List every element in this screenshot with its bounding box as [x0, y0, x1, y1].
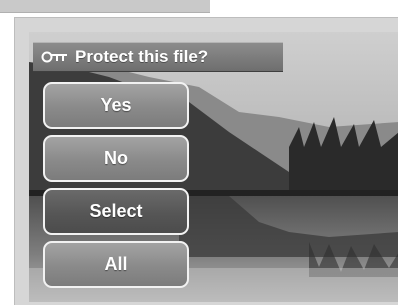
- all-button[interactable]: All: [43, 241, 189, 288]
- yes-button[interactable]: Yes: [43, 82, 189, 129]
- key-icon: [41, 49, 69, 65]
- dialog-title-bar: Protect this file?: [33, 42, 283, 72]
- top-tab-strip: [0, 0, 210, 13]
- select-button[interactable]: Select: [43, 188, 189, 235]
- camera-screen: Protect this file? Yes No Select All: [29, 32, 398, 302]
- dialog-title: Protect this file?: [75, 47, 209, 66]
- camera-lcd-frame: Protect this file? Yes No Select All: [14, 17, 398, 305]
- no-button[interactable]: No: [43, 135, 189, 182]
- protect-menu: Yes No Select All: [43, 82, 189, 294]
